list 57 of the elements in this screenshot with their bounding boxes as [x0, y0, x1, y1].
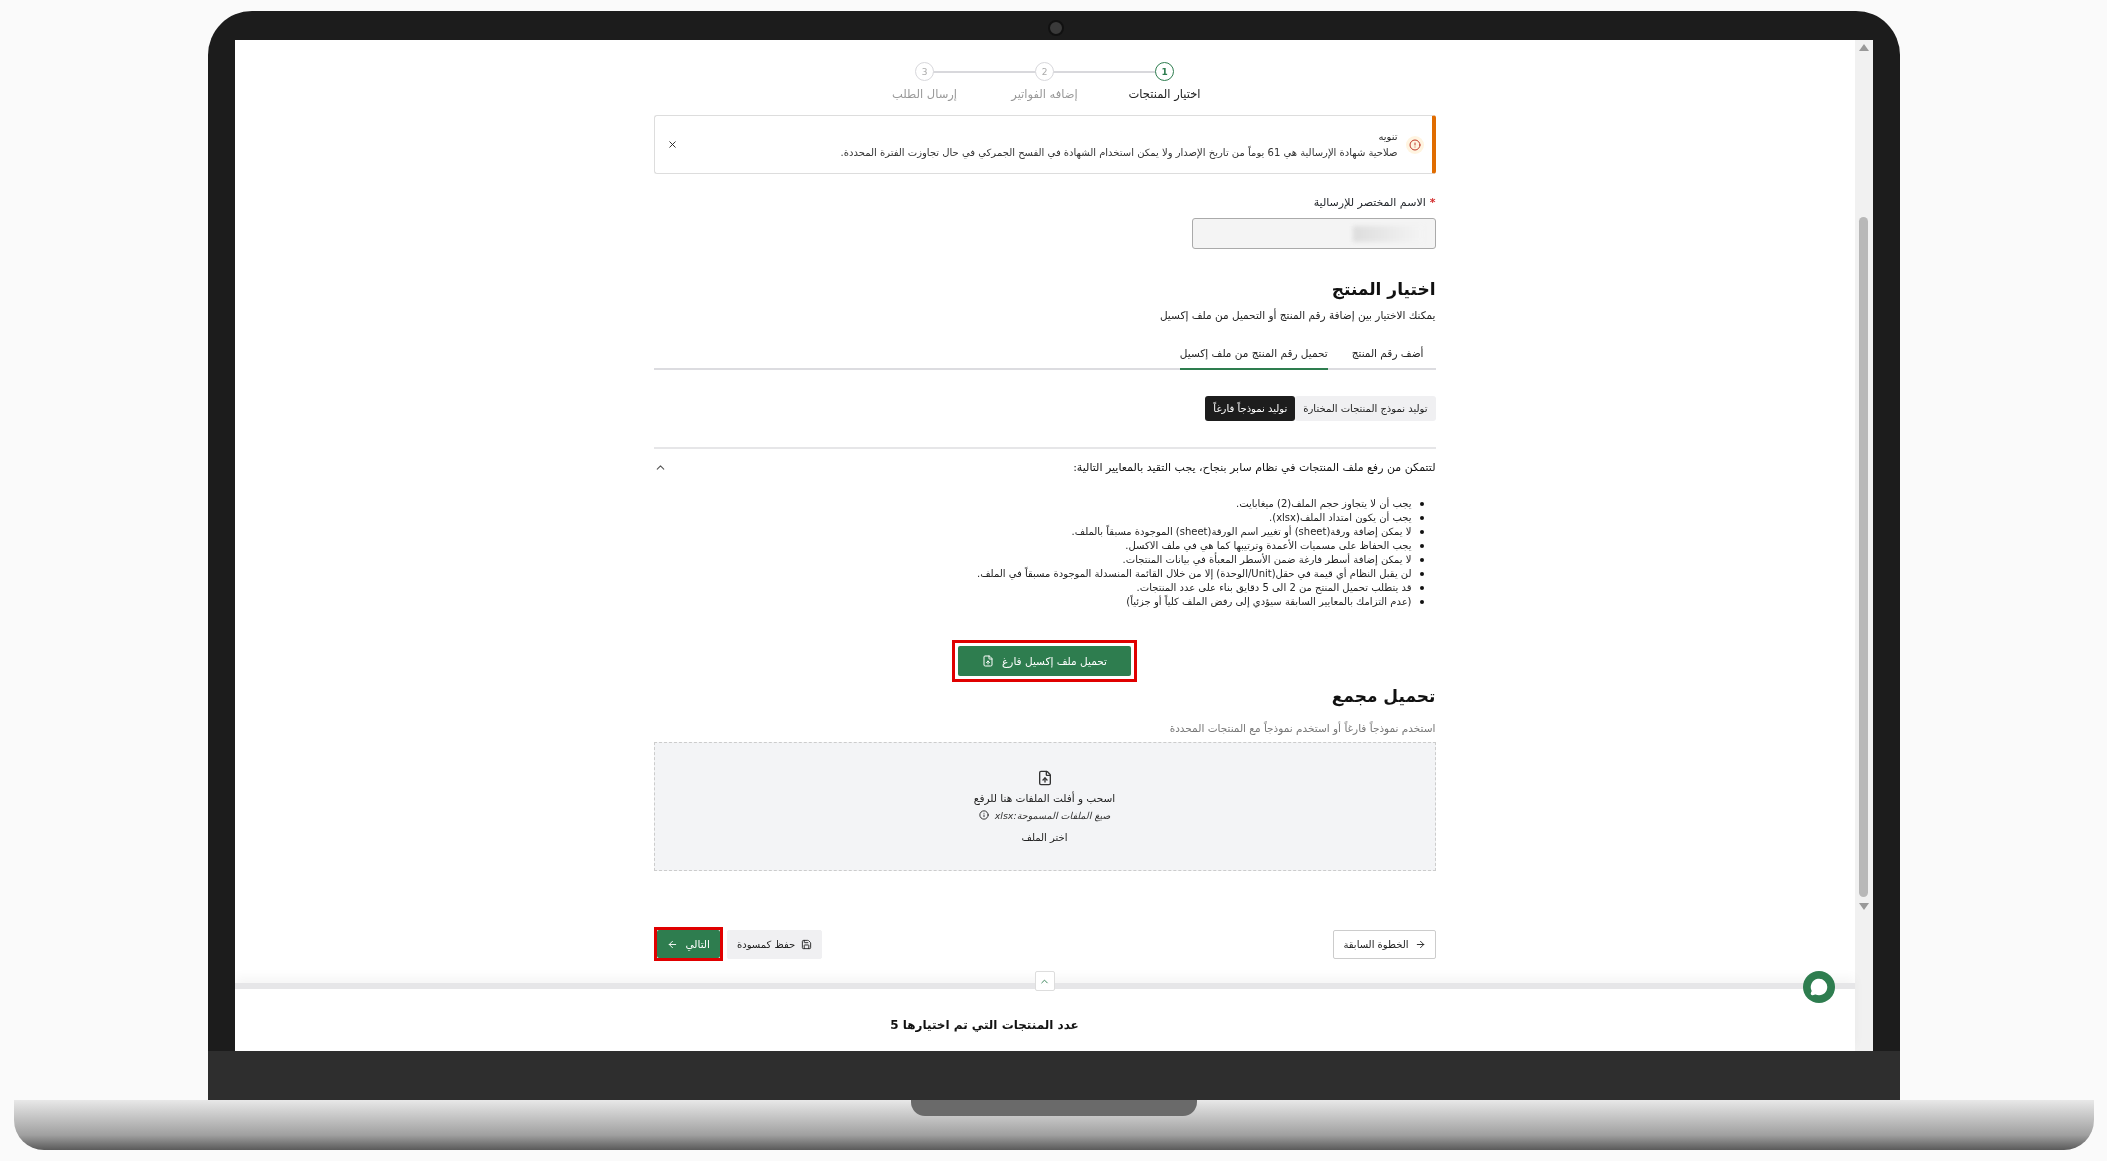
next-button[interactable]: التالي [656, 930, 720, 958]
section-title: اختيار المنتج [1330, 279, 1436, 299]
template-option[interactable]: توليد نموذج المنتجات المختارة [1295, 396, 1436, 421]
chat-bubble-icon [1809, 978, 1828, 996]
save-draft-button[interactable]: حفظ كمسودة [726, 929, 823, 959]
bullet-dot [1419, 502, 1424, 506]
bullet-dot [1419, 586, 1424, 590]
selected-count: عدد المنتجات التي تم اختيارها 5 [890, 1018, 1079, 1032]
arrow-left-icon [666, 938, 678, 950]
bullet-dot [1419, 516, 1424, 520]
close-icon[interactable] [666, 139, 678, 150]
input-field[interactable] [1191, 218, 1436, 249]
bullet-dot [1419, 572, 1424, 576]
requirement-text: لن يقبل النظام أي قيمة في حقل(Unit/الوحدة) إلا من خلال القائمة المنسدلة الموجودة مسبقاً في الملف. [977, 568, 1412, 580]
camera-dot [1047, 20, 1064, 36]
download-template-button[interactable]: تحميل ملف إكسيل فارغ [958, 646, 1131, 676]
formats-text: صيغ الملفات المسموحة:xlsx [994, 809, 1111, 821]
alert-icon [1408, 138, 1421, 151]
bullet-dot [1419, 544, 1424, 548]
file-upload-icon [982, 655, 995, 667]
requirement-text: يجب أن يكون امتداد الملف(xlsx). [1269, 512, 1412, 524]
scrollbar[interactable] [1854, 40, 1873, 1051]
drop-text: اسحب و أفلت الملفات هنا للرفع [973, 791, 1116, 804]
required-mark: * [1429, 196, 1436, 209]
tab[interactable]: أضف رقم المنتج [1351, 341, 1424, 370]
tab[interactable]: تحميل رقم المنتج من ملف إكسيل [1179, 341, 1328, 370]
field-label: الاسم المختصر للإرسالية [1313, 196, 1426, 209]
previous-step-button[interactable]: الخطوة السابقة [1333, 929, 1436, 959]
step-circle: 3 [915, 62, 934, 81]
step-circle: 1 [1155, 62, 1174, 81]
requirement-text: يجب الحفاظ على مسميات الأعمدة وترتيبها كما هي في ملف الاكسل. [1125, 540, 1412, 552]
drop-zone[interactable]: اسحب و أفلت الملفات هنا للرفع صيغ الملفات المسموحة:xlsx اختر الملف [653, 742, 1436, 871]
step-label: إرسال الطلب [891, 87, 958, 101]
bullet-dot [1419, 558, 1424, 562]
requirement-text: لا يمكن إضافة أسطر فارغة ضمن الأسطر المعبأة في بيانات المنتجات. [1122, 554, 1412, 566]
choose-file-link[interactable]: اختر الملف [1015, 830, 1074, 844]
expand-button[interactable] [1034, 971, 1055, 991]
step-label: إضافه الفواتير [1011, 87, 1078, 101]
section-subtitle: استخدم نموذجاً فارغاً أو استخدم نموذجاً مع المنتجات المحددة [1168, 722, 1436, 734]
arrow-right-icon [1414, 938, 1426, 950]
bullet-dot [1419, 530, 1424, 534]
requirement-text: قد يتطلب تحميل المنتج من 2 الى 5 دقايق بناء على عدد المنتجات. [1136, 582, 1412, 594]
alert-message: صلاحية شهادة الإرسالية هي 61 يوماً من تاريخ الإصدار ولا يمكن استخدام الشهادة في الفسح الجمركي في حال تجاوزت الفترة المحددة. [839, 147, 1398, 158]
requirement-text: لا يمكن إضافة ورقة(sheet) أو تغيير اسم الورقة(sheet) الموجودة مسبقاً بالملف. [1071, 526, 1412, 538]
requirement-text: يجب أن لا يتجاوز حجم الملف(2) ميغابايت. [1236, 498, 1412, 510]
file-upload-icon [1036, 769, 1053, 786]
requirement-text: (عدم التزامك بالمعايير السابقة سيؤدي إلى رفض الملف كلياً أو جزئياً) [1126, 596, 1412, 608]
alert-title: تنويه [1377, 131, 1398, 142]
step-label: اختيار المنتجات [1128, 87, 1201, 101]
accordion-header[interactable]: لتتمكن من رفع ملف المنتجات في نظام سابر بنجاح، يجب التقيد بالمعايير التالية: [653, 449, 1436, 474]
template-option[interactable]: توليد نموذجاً فارغاً [1205, 396, 1296, 421]
section-subtitle: يمكنك الاختيار بين إضافة رقم المنتج أو التحميل من ملف إكسيل [1158, 309, 1436, 321]
chat-button[interactable] [1802, 971, 1835, 1003]
info-icon [978, 810, 989, 820]
section-title: تحميل مجمع [1330, 686, 1436, 706]
bullet-dot [1419, 600, 1424, 604]
step-circle: 2 [1035, 62, 1054, 81]
